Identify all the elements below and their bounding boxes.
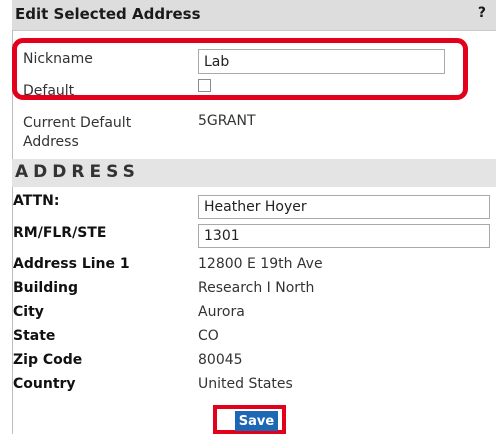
country-label: Country bbox=[13, 376, 76, 392]
city-label: City bbox=[13, 304, 44, 320]
building-value: Research I North bbox=[198, 280, 315, 296]
state-value: CO bbox=[198, 328, 219, 344]
address-section-header: ADDRESS bbox=[12, 159, 496, 187]
address-section-title: ADDRESS bbox=[15, 162, 140, 182]
current-default-label-line2: Address bbox=[23, 134, 79, 150]
attn-label: ATTN: bbox=[13, 193, 60, 209]
address-line-1-value: 12800 E 19th Ave bbox=[198, 256, 323, 272]
address-line-1-label: Address Line 1 bbox=[13, 256, 130, 272]
edit-address-panel: Edit Selected Address ? Nickname Default… bbox=[0, 0, 498, 434]
state-label: State bbox=[13, 328, 56, 344]
rm-flr-ste-label: RM/FLR/STE bbox=[13, 225, 107, 241]
zip-code-value: 80045 bbox=[198, 352, 243, 368]
panel-header: Edit Selected Address ? bbox=[12, 0, 496, 31]
help-icon[interactable]: ? bbox=[478, 5, 486, 21]
save-highlight-box: Save bbox=[213, 405, 286, 434]
attn-input[interactable] bbox=[198, 195, 490, 219]
panel-title: Edit Selected Address bbox=[15, 5, 201, 23]
city-value: Aurora bbox=[198, 304, 245, 320]
zip-code-label: Zip Code bbox=[13, 352, 83, 368]
nickname-highlight-box bbox=[12, 38, 468, 100]
country-value: United States bbox=[198, 376, 293, 392]
save-button[interactable]: Save bbox=[235, 411, 278, 431]
rm-flr-ste-input[interactable] bbox=[198, 224, 490, 248]
building-label: Building bbox=[13, 280, 79, 296]
current-default-value: 5GRANT bbox=[198, 113, 256, 129]
current-default-label-line1: Current Default bbox=[23, 115, 132, 131]
